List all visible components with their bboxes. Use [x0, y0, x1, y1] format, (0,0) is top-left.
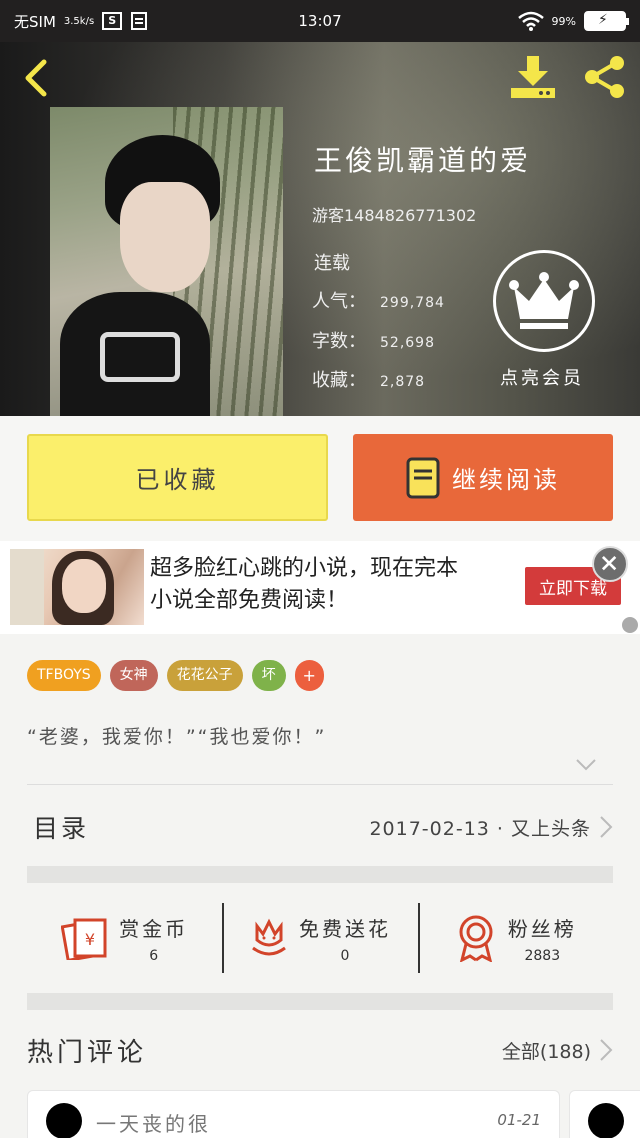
- tag-goddess[interactable]: 女神: [109, 660, 158, 691]
- net-speed: 3.5k/s: [63, 15, 95, 27]
- chevron-down-icon[interactable]: [575, 758, 597, 772]
- sim-icon: [131, 12, 148, 30]
- comment-text: 一天丧的很: [96, 1112, 211, 1136]
- flower-count: 0: [340, 947, 350, 964]
- ad-text[interactable]: 超多脸红心跳的小说，现在完本 小说全部免费阅读！: [150, 553, 458, 617]
- svg-text:¥: ¥: [85, 930, 95, 949]
- action-buttons: 已收藏 继续阅读: [0, 416, 640, 541]
- stat-popularity: 人气： 299,784: [312, 291, 445, 312]
- wifi-icon: [517, 11, 544, 31]
- continue-reading-button[interactable]: 继续阅读: [353, 434, 613, 521]
- share-icon[interactable]: [580, 54, 628, 100]
- hot-comments-header: 热门评论 全部(188): [27, 1010, 613, 1090]
- fan-count: 2883: [524, 947, 561, 964]
- table-of-contents-row[interactable]: 目录 2017-02-13 · 又上头条: [27, 785, 613, 869]
- book-cover[interactable]: [50, 107, 283, 416]
- hot-comments-title: 热门评论: [27, 1037, 148, 1068]
- comment-card[interactable]: [569, 1090, 640, 1138]
- crown-icon: [509, 272, 579, 329]
- reward-actions: ¥ 赏金币 6 免费送花 0 粉丝榜 2883: [27, 883, 613, 993]
- vip-label[interactable]: 点亮会员: [500, 364, 584, 390]
- continue-reading-label: 继续阅读: [452, 466, 560, 494]
- all-comments-link[interactable]: 全部(188): [502, 1037, 613, 1064]
- section-separator: [27, 866, 613, 883]
- toc-update: 2017-02-13 · 又上头条: [369, 817, 591, 840]
- tag-bad[interactable]: 坏: [251, 660, 286, 691]
- tag-playboy[interactable]: 花花公子: [166, 660, 243, 691]
- book-title: 王俊凯霸道的爱: [314, 144, 532, 177]
- reward-coins-button[interactable]: ¥ 赏金币 6: [27, 883, 222, 993]
- section-separator: [27, 993, 613, 1010]
- book-blurb: “老婆，我爱你！”“我也爱你！”: [27, 726, 327, 748]
- flower-icon: [252, 918, 286, 956]
- send-flower-button[interactable]: 免费送花 0: [222, 883, 417, 993]
- screenshot-icon: S: [102, 12, 123, 30]
- vip-button[interactable]: [493, 250, 595, 352]
- chevron-right-icon: [600, 1039, 613, 1061]
- medal-icon: [459, 915, 493, 962]
- red-envelope-icon: ¥: [61, 918, 107, 960]
- ad-badge-icon: [622, 617, 638, 633]
- book-header: 王俊凯霸道的爱 游客1484826771302 连载 人气： 299,784 字数…: [0, 42, 640, 416]
- battery-percent: 99%: [551, 14, 576, 28]
- back-icon[interactable]: [18, 58, 58, 98]
- stat-word-count: 字数： 52,698: [312, 331, 435, 352]
- avatar[interactable]: [588, 1103, 624, 1138]
- fan-ranking-button[interactable]: 粉丝榜 2883: [417, 883, 613, 993]
- book-author[interactable]: 游客1484826771302: [312, 202, 476, 226]
- status-bar: 无SIM 3.5k/s S 13:07 99% ⚡: [0, 0, 640, 42]
- close-icon[interactable]: [592, 546, 628, 582]
- comment-date: 01-21: [497, 1111, 541, 1129]
- tag-list: TFBOYS 女神 花花公子 坏 +: [27, 660, 324, 691]
- toc-title: 目录: [33, 814, 90, 843]
- fan-ranking-label: 粉丝榜: [507, 916, 577, 941]
- chevron-right-icon: [600, 816, 613, 838]
- ad-banner[interactable]: 超多脸红心跳的小说，现在完本 小说全部免费阅读！ 立即下载: [0, 541, 640, 634]
- clock: 13:07: [298, 12, 342, 30]
- avatar[interactable]: [46, 1103, 82, 1138]
- reward-coins-label: 赏金币: [119, 916, 189, 941]
- ad-image[interactable]: [10, 549, 144, 625]
- favorited-button[interactable]: 已收藏: [27, 434, 328, 521]
- battery-icon: ⚡: [584, 11, 629, 31]
- comment-card[interactable]: 一天丧的很 01-21: [27, 1090, 560, 1138]
- book-status: 连载: [314, 253, 350, 274]
- tag-tfboys[interactable]: TFBOYS: [27, 660, 101, 691]
- download-icon[interactable]: [508, 54, 558, 100]
- stat-favorites: 收藏： 2,878: [312, 370, 426, 391]
- add-tag-button[interactable]: +: [294, 660, 324, 691]
- reward-coins-count: 6: [149, 947, 159, 964]
- carrier-label: 无SIM: [14, 12, 56, 31]
- book-icon: [406, 457, 440, 498]
- send-flower-label: 免费送花: [298, 916, 391, 941]
